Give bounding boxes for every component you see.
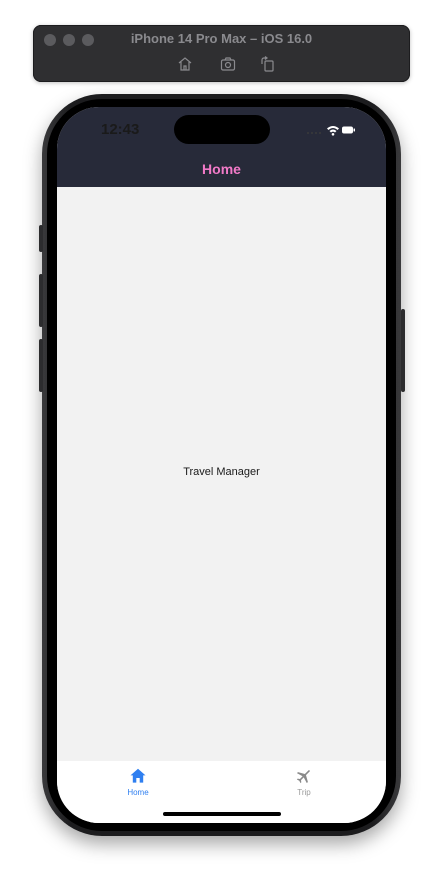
simulator-title: iPhone 14 Pro Max – iOS 16.0 <box>130 31 313 46</box>
navigation-header: 12:43 Home <box>57 107 386 187</box>
tab-trip[interactable]: Trip <box>254 761 354 806</box>
home-indicator <box>163 812 281 816</box>
tab-bar: Home Trip <box>57 761 386 823</box>
status-icons <box>306 123 356 136</box>
wifi-icon <box>327 126 339 136</box>
status-time: 12:43 <box>101 121 140 138</box>
rotate-icon[interactable] <box>259 55 277 73</box>
mute-switch <box>39 225 43 252</box>
tab-home-label: Home <box>127 788 149 797</box>
signal-icon <box>307 132 321 134</box>
home-icon <box>130 768 146 783</box>
page-title: Home <box>202 161 241 177</box>
app-title-text: Travel Manager <box>183 466 260 478</box>
power-button <box>401 309 405 392</box>
volume-down-button <box>39 339 43 392</box>
airplane-icon <box>296 770 310 784</box>
home-icon[interactable] <box>176 55 194 73</box>
battery-icon <box>342 126 355 134</box>
app-screen: 12:43 Home Travel Manager Home Trip <box>57 107 386 823</box>
tab-home[interactable]: Home <box>88 761 188 806</box>
tab-trip-label: Trip <box>297 788 311 797</box>
volume-up-button <box>39 274 43 327</box>
dynamic-island <box>174 115 270 144</box>
screenshot-icon[interactable] <box>219 55 237 73</box>
simulator-title-bar: iPhone 14 Pro Max – iOS 16.0 <box>33 25 410 82</box>
